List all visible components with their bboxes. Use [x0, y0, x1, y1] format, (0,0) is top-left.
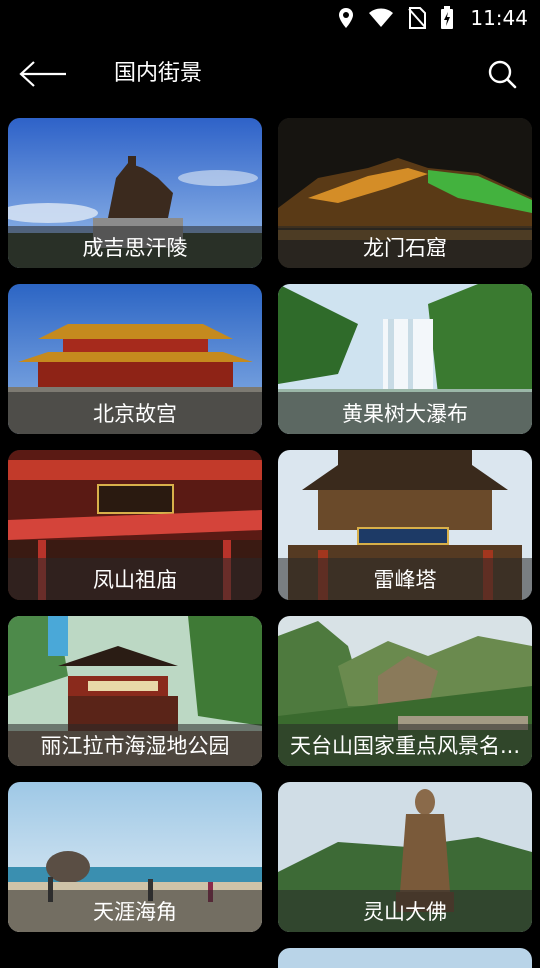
app-bar: 国内街景	[0, 36, 540, 112]
search-button[interactable]	[486, 58, 518, 90]
spot-card-forbidden-city[interactable]: 北京故宫	[8, 284, 262, 434]
spot-card-longmen-grottoes[interactable]: 龙门石窟	[278, 118, 532, 268]
wifi-icon	[369, 8, 394, 27]
spot-caption: 灵山大佛	[278, 890, 532, 932]
spot-card-huangguoshu-waterfall[interactable]: 黄果树大瀑布	[278, 284, 532, 434]
spot-card-tiantai-mountain[interactable]: 天台山国家重点风景名...	[278, 616, 532, 766]
spot-card-leifeng-pagoda[interactable]: 雷峰塔	[278, 450, 532, 600]
spot-card-lashihai-wetland[interactable]: 丽江拉市海湿地公园	[8, 616, 262, 766]
spot-card-genghis-khan-mausoleum[interactable]: 成吉思汗陵	[8, 118, 262, 268]
no-sim-icon	[408, 7, 427, 29]
status-bar: 11:44	[0, 0, 540, 36]
location-icon	[339, 8, 354, 28]
status-time: 11:44	[470, 6, 528, 30]
spot-caption: 天涯海角	[8, 890, 262, 932]
spot-caption: 雷峰塔	[278, 558, 532, 600]
spot-card-tianya-haijiao[interactable]: 天涯海角	[8, 782, 262, 932]
spot-caption: 丽江拉市海湿地公园	[8, 724, 262, 766]
search-icon	[488, 60, 517, 89]
arrow-left-icon	[19, 61, 66, 87]
spot-caption: 凤山祖庙	[8, 558, 262, 600]
spot-card-fengshan-temple[interactable]: 凤山祖庙	[8, 450, 262, 600]
page-title: 国内街景	[114, 61, 203, 86]
spot-card-partial[interactable]	[278, 948, 532, 968]
back-button[interactable]	[18, 56, 72, 92]
spot-card-lingshan-buddha[interactable]: 灵山大佛	[278, 782, 532, 932]
spot-caption: 龙门石窟	[278, 226, 532, 268]
spot-caption: 成吉思汗陵	[8, 226, 262, 268]
spot-caption: 天台山国家重点风景名...	[278, 724, 532, 766]
battery-charging-icon	[441, 6, 454, 29]
spot-caption: 黄果树大瀑布	[278, 392, 532, 434]
spot-caption: 北京故宫	[8, 392, 262, 434]
